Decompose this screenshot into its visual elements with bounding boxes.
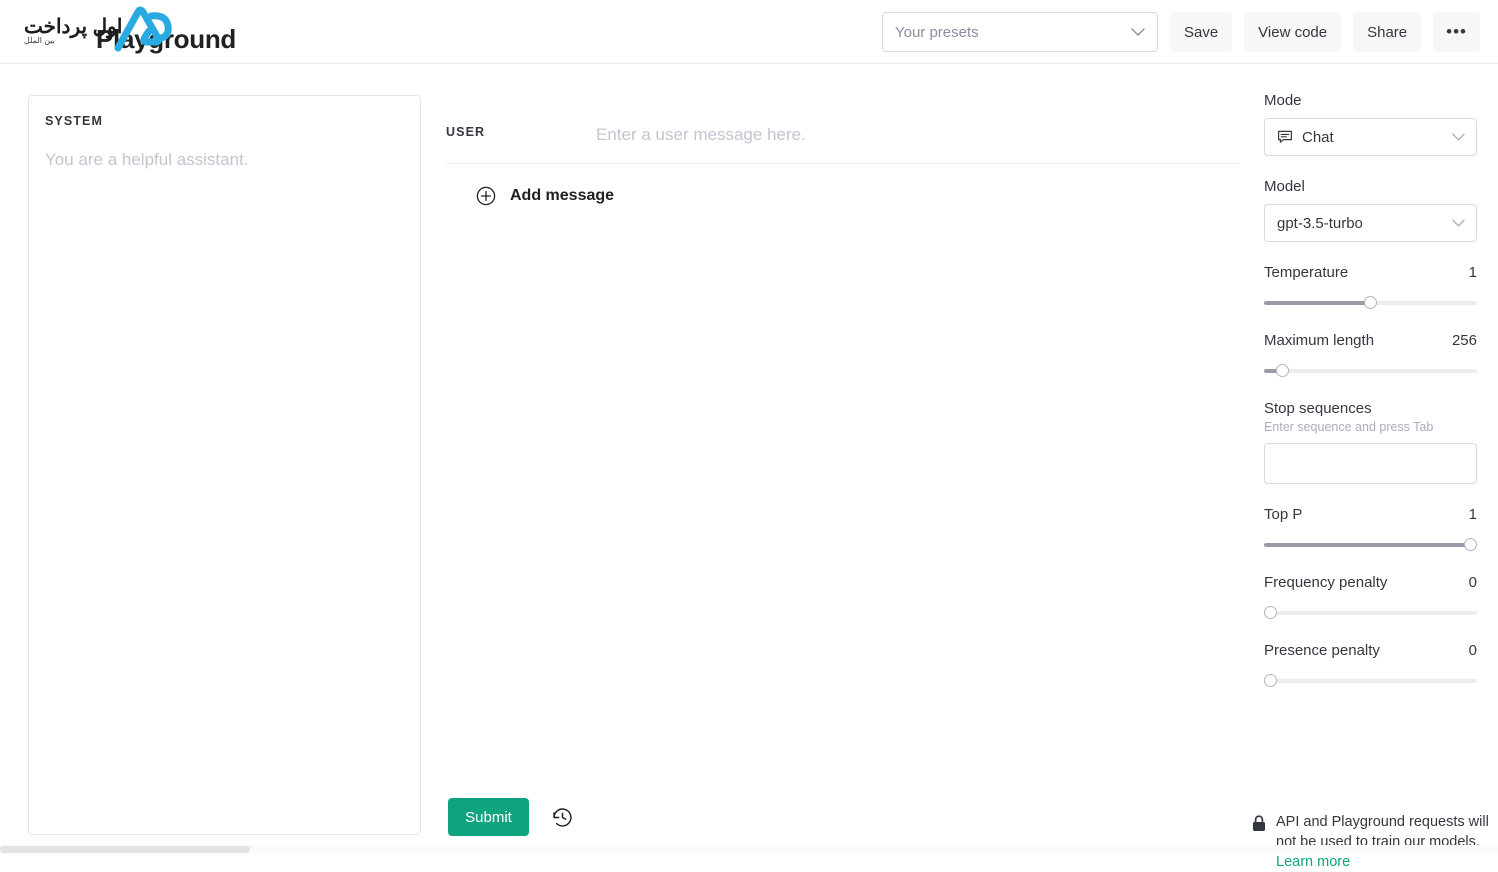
submit-button[interactable]: Submit	[448, 798, 529, 836]
user-message-row: USER Enter a user message here.	[446, 95, 1240, 164]
slider-thumb[interactable]	[1364, 296, 1377, 309]
plus-circle-icon	[476, 186, 496, 206]
view-code-button[interactable]: View code	[1244, 12, 1341, 52]
param-top-p: Top P 1	[1264, 506, 1477, 552]
param-value: 256	[1452, 332, 1477, 349]
model-group: Model gpt-3.5-turbo	[1264, 178, 1477, 242]
presets-placeholder: Your presets	[895, 24, 979, 41]
presets-select[interactable]: Your presets	[882, 12, 1158, 52]
slider-track	[1264, 369, 1477, 373]
privacy-notice: API and Playground requests will not be …	[1252, 812, 1492, 872]
history-icon[interactable]	[551, 806, 574, 829]
brand: Playground اول پرداخت بین الملل	[16, 8, 316, 56]
more-options-button[interactable]: •••	[1433, 12, 1480, 52]
chevron-down-icon	[1452, 219, 1465, 227]
slider-thumb[interactable]	[1264, 674, 1277, 687]
param-label: Frequency penalty	[1264, 574, 1387, 591]
temperature-slider[interactable]	[1264, 296, 1477, 310]
model-value: gpt-3.5-turbo	[1277, 215, 1363, 232]
share-button[interactable]: Share	[1353, 12, 1421, 52]
param-value: 1	[1469, 506, 1477, 523]
param-value: 1	[1469, 264, 1477, 281]
user-label: USER	[446, 125, 596, 139]
model-label: Model	[1264, 178, 1477, 195]
app-header: Playground اول پرداخت بین الملل Your pre…	[0, 0, 1498, 64]
main-content: SYSTEM You are a helpful assistant. USER…	[0, 64, 1498, 854]
chevron-down-icon	[1452, 133, 1465, 141]
param-value: 0	[1469, 574, 1477, 591]
frequency-penalty-slider[interactable]	[1264, 606, 1477, 620]
add-message-label: Add message	[510, 187, 614, 205]
page-title: Playground	[96, 24, 236, 55]
mode-group: Mode Chat	[1264, 92, 1477, 156]
presence-penalty-slider[interactable]	[1264, 674, 1477, 688]
model-select[interactable]: gpt-3.5-turbo	[1264, 204, 1477, 242]
param-label: Presence penalty	[1264, 642, 1380, 659]
param-maximum-length: Maximum length 256	[1264, 332, 1477, 378]
param-value: 0	[1469, 642, 1477, 659]
learn-more-link[interactable]: Learn more	[1276, 854, 1350, 870]
param-label: Top P	[1264, 506, 1302, 523]
system-panel[interactable]: SYSTEM You are a helpful assistant.	[28, 95, 421, 835]
mode-value: Chat	[1302, 129, 1334, 146]
slider-track	[1264, 679, 1477, 683]
mode-select[interactable]: Chat	[1264, 118, 1477, 156]
save-button[interactable]: Save	[1170, 12, 1232, 52]
privacy-text: API and Playground requests will not be …	[1276, 812, 1492, 872]
stop-sequences-group: Stop sequences Enter sequence and press …	[1264, 400, 1477, 484]
stop-sequences-hint: Enter sequence and press Tab	[1264, 420, 1477, 434]
submit-row: Submit	[448, 798, 574, 836]
param-label: Temperature	[1264, 264, 1348, 281]
chevron-down-icon	[1131, 28, 1145, 36]
slider-thumb[interactable]	[1264, 606, 1277, 619]
settings-sidebar: Mode Chat Model gpt-3.5-turbo	[1264, 92, 1477, 688]
slider-fill	[1264, 301, 1371, 305]
system-message-input[interactable]: You are a helpful assistant.	[45, 150, 404, 170]
lock-icon	[1252, 815, 1266, 832]
horizontal-scrollbar[interactable]	[0, 845, 1498, 854]
chat-bubble-icon	[1277, 129, 1293, 145]
param-temperature: Temperature 1	[1264, 264, 1477, 310]
slider-fill	[1264, 543, 1471, 547]
header-actions: Your presets Save View code Share •••	[882, 12, 1480, 52]
slider-track	[1264, 611, 1477, 615]
stop-sequences-input[interactable]	[1264, 443, 1477, 484]
scrollbar-thumb[interactable]	[0, 846, 250, 853]
param-presence-penalty: Presence penalty 0	[1264, 642, 1477, 688]
slider-thumb[interactable]	[1276, 364, 1289, 377]
system-label: SYSTEM	[45, 114, 404, 128]
param-frequency-penalty: Frequency penalty 0	[1264, 574, 1477, 620]
maximum-length-slider[interactable]	[1264, 364, 1477, 378]
top-p-slider[interactable]	[1264, 538, 1477, 552]
conversation-panel: USER Enter a user message here. Add mess…	[446, 95, 1240, 206]
stop-sequences-label: Stop sequences	[1264, 400, 1477, 417]
param-label: Maximum length	[1264, 332, 1374, 349]
watermark-subtitle-fa: بین الملل	[24, 36, 55, 45]
add-message-button[interactable]: Add message	[476, 186, 1240, 206]
slider-thumb[interactable]	[1464, 538, 1477, 551]
mode-label: Mode	[1264, 92, 1477, 109]
user-message-input[interactable]: Enter a user message here.	[596, 125, 1240, 145]
